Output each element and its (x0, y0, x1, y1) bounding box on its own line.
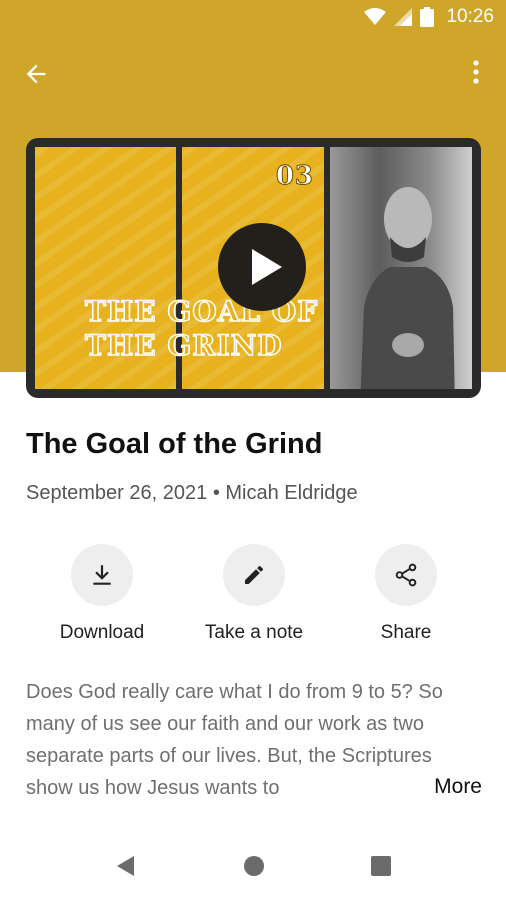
take-note-button[interactable]: Take a note (174, 544, 334, 644)
nav-recents-button[interactable] (369, 854, 393, 883)
episode-number: 03 (275, 161, 314, 192)
signal-icon (394, 8, 413, 26)
share-button[interactable]: Share (326, 544, 486, 644)
share-label: Share (380, 622, 432, 643)
nav-recents-icon (371, 856, 391, 876)
take-note-label: Take a note (204, 622, 304, 643)
sermon-date: September 26, 2021 (26, 482, 208, 504)
more-options-button[interactable] (464, 58, 488, 90)
sermon-title: The Goal of the Grind (26, 428, 323, 460)
pencil-icon (245, 565, 264, 584)
sermon-speaker: Micah Eldridge (225, 482, 358, 504)
arrow-left-icon (26, 64, 46, 84)
more-button[interactable]: More (428, 775, 482, 799)
play-icon (252, 249, 282, 285)
speaker-photo (330, 147, 472, 389)
meta-separator: • (212, 482, 220, 504)
nav-back-button[interactable] (114, 854, 138, 883)
download-icon (93, 565, 111, 585)
speaker-silhouette (360, 187, 455, 389)
nav-back-icon (117, 856, 134, 876)
description-fade (370, 773, 430, 805)
more-vert-icon (473, 60, 479, 84)
play-button[interactable] (218, 223, 306, 311)
back-button[interactable] (22, 58, 58, 90)
wifi-icon (364, 8, 387, 25)
action-row: Download Take a note Share (0, 544, 506, 654)
app-bar (0, 48, 506, 100)
nav-home-button[interactable] (242, 854, 266, 883)
video-thumbnail[interactable]: 03 THE GOAL OF THE GRIND (26, 138, 481, 398)
download-button[interactable]: Download (22, 544, 182, 644)
battery-icon (420, 7, 435, 27)
sermon-meta: September 26, 2021 • Micah Eldridge (26, 482, 358, 505)
share-icon (395, 563, 417, 587)
nav-home-icon (244, 856, 264, 876)
status-bar: 10:26 (0, 0, 506, 36)
download-label: Download (59, 622, 145, 643)
navigation-bar (0, 840, 506, 900)
status-time: 10:26 (446, 6, 494, 27)
